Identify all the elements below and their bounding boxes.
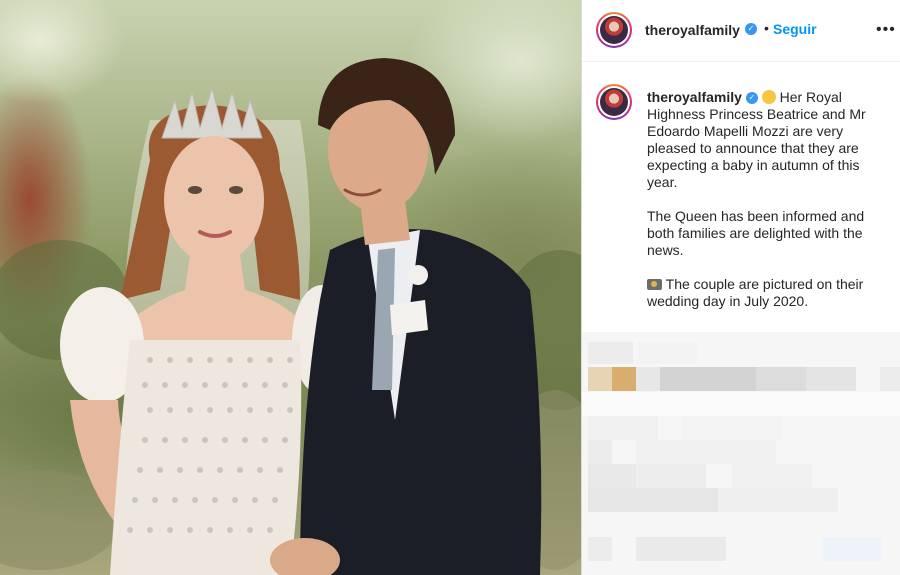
verified-badge-icon: ✓	[745, 23, 757, 35]
camera-flash-emoji-icon	[647, 279, 662, 290]
separator-dot: •	[764, 20, 769, 36]
caption-paragraph-2: The Queen has been informed and both fam…	[647, 208, 865, 258]
caption-paragraph-3: The couple are pictured on their wedding…	[647, 276, 864, 309]
caption-verified-badge-icon: ✓	[745, 92, 758, 105]
more-options-icon[interactable]: •••	[876, 21, 896, 39]
profile-avatar[interactable]	[596, 12, 632, 48]
baby-angel-emoji-icon	[761, 90, 776, 104]
post-photo[interactable]	[0, 0, 581, 575]
post-header: theroyalfamily ✓ • Seguir •••	[582, 0, 900, 62]
post-caption: theroyalfamily ✓ Her Royal Highness Prin…	[647, 89, 887, 327]
header-username[interactable]: theroyalfamily	[645, 22, 740, 38]
caption-username[interactable]: theroyalfamily	[647, 89, 742, 105]
follow-button[interactable]: Seguir	[773, 21, 817, 37]
caption-avatar[interactable]	[596, 84, 632, 120]
pixelated-comments-region	[582, 332, 900, 575]
wedding-photo-illustration	[0, 58, 581, 575]
